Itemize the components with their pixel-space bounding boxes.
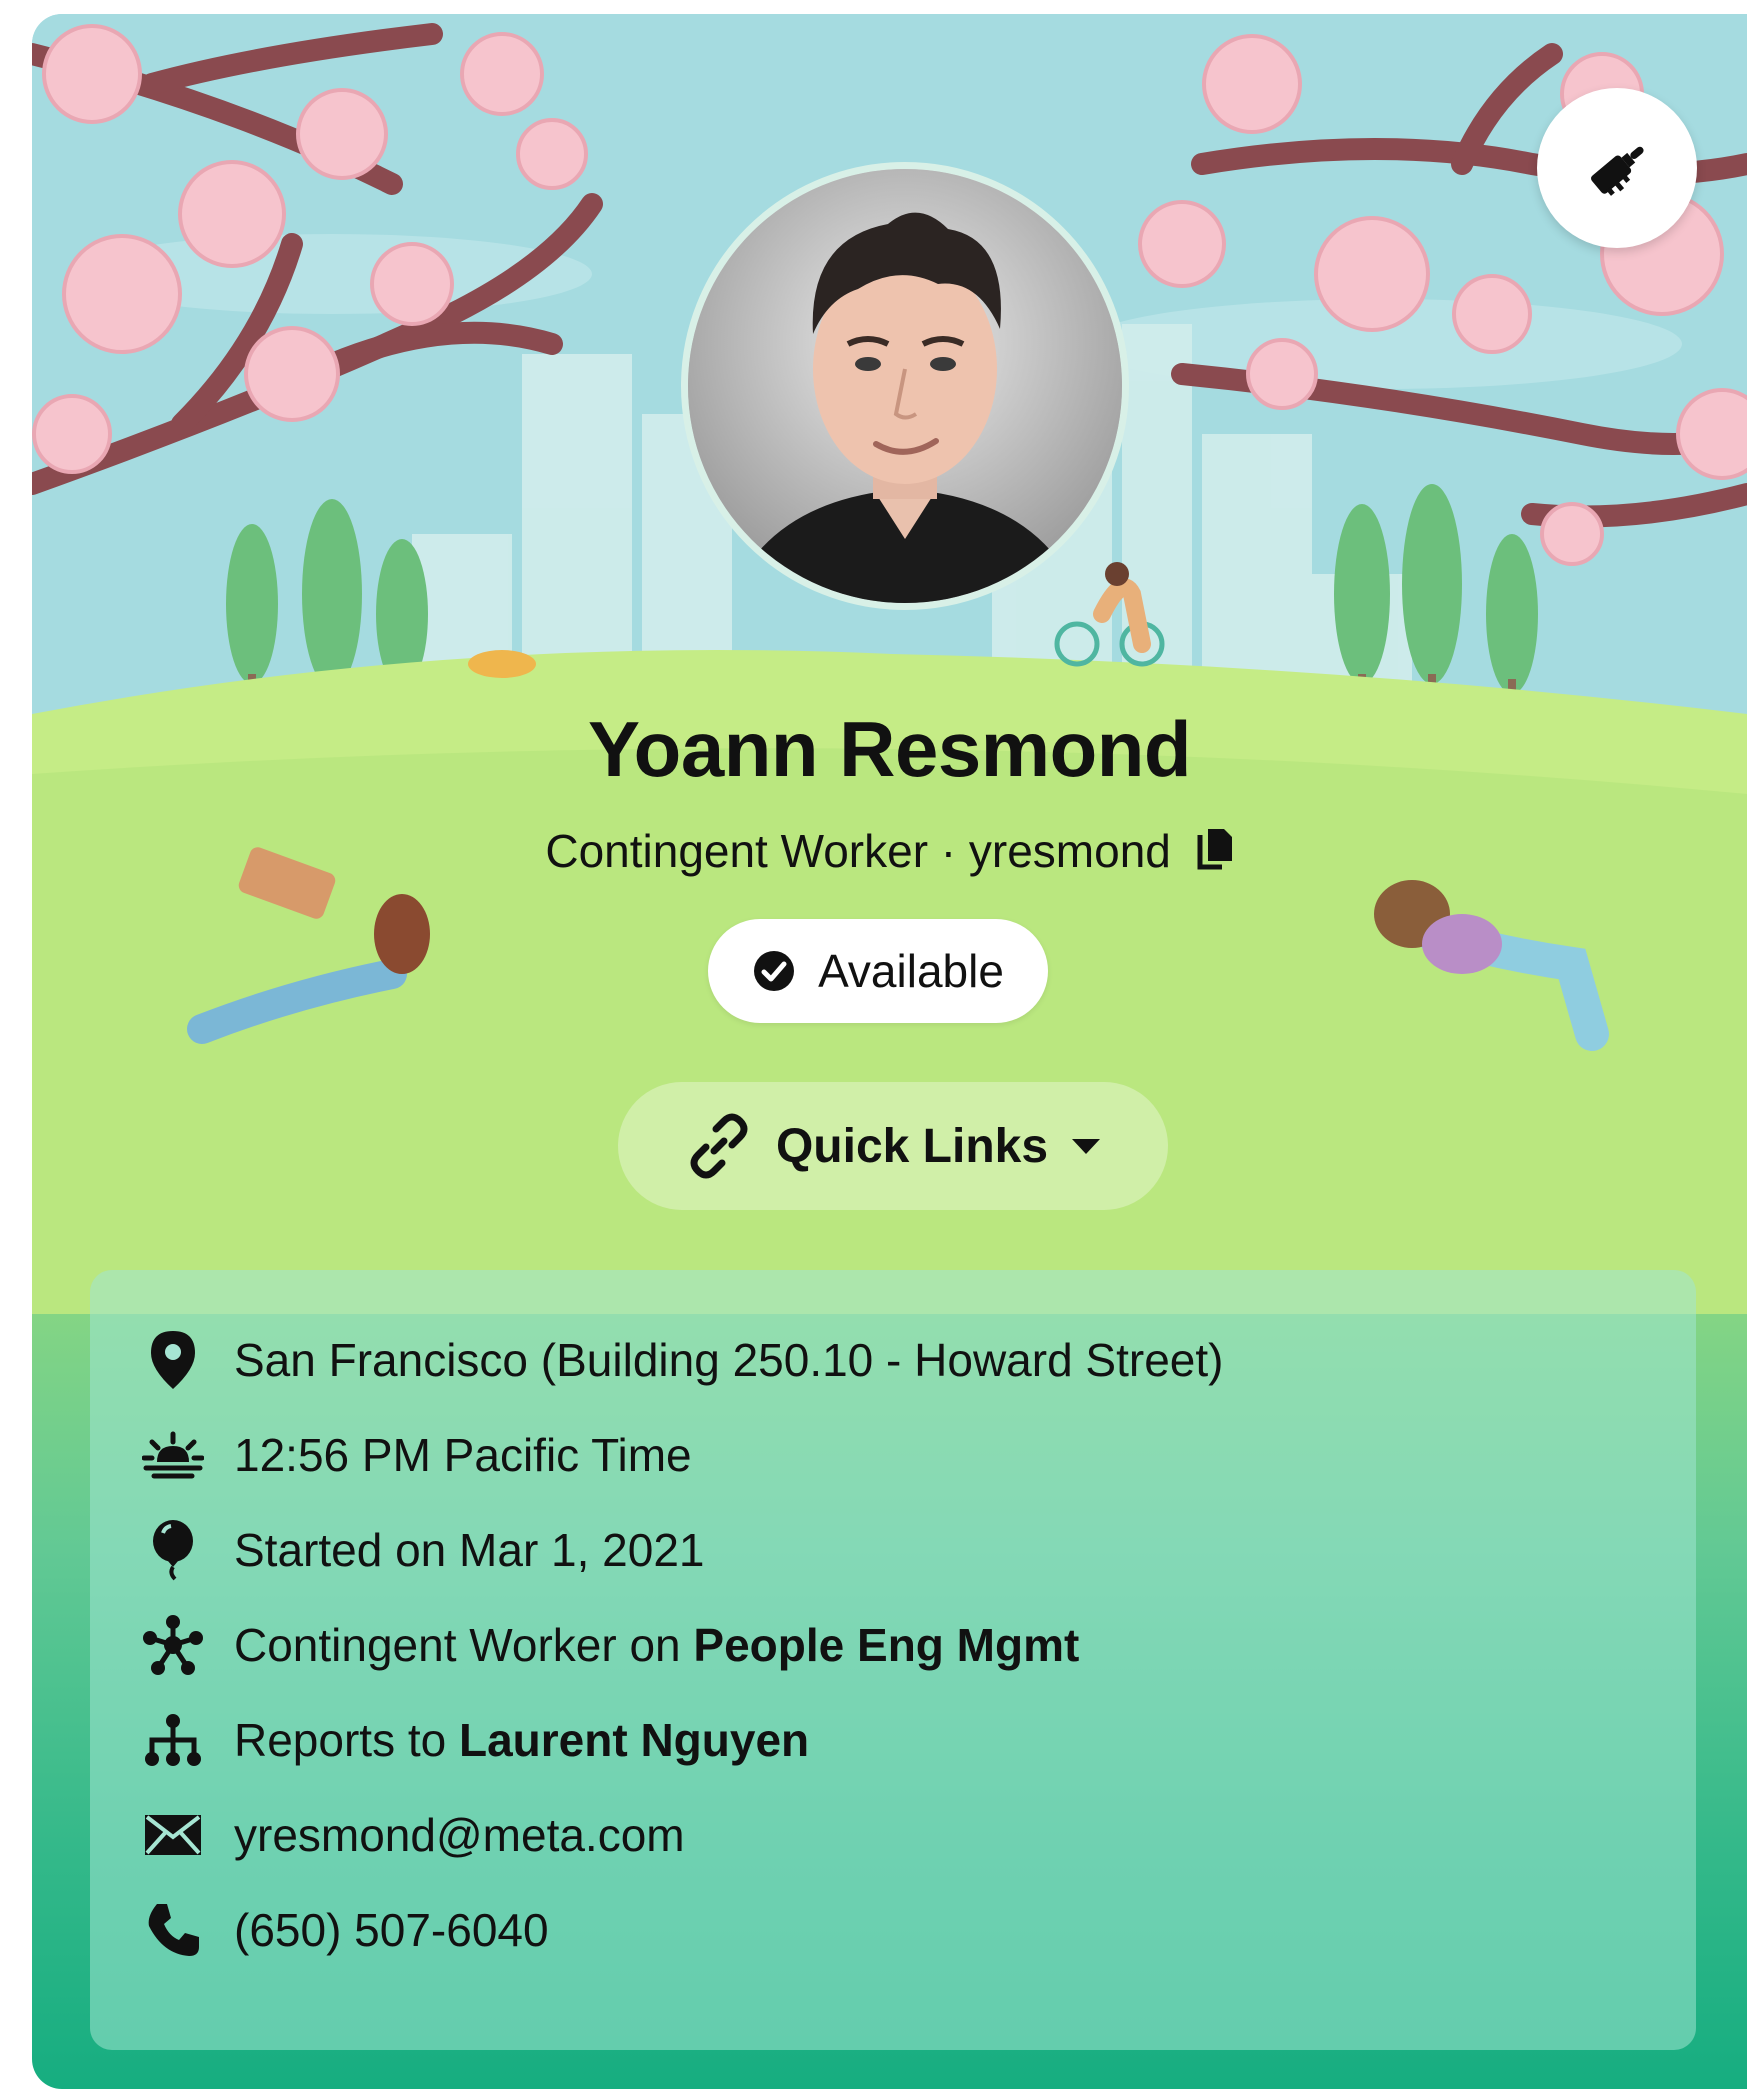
detail-location: San Francisco (Building 250.10 - Howard …	[142, 1320, 1223, 1400]
team-link[interactable]: People Eng Mgmt	[693, 1618, 1079, 1672]
team-prefix: Contingent Worker on	[234, 1619, 694, 1671]
avatar[interactable]	[681, 162, 1129, 610]
balloon-icon	[153, 1520, 193, 1581]
phone-icon	[148, 1904, 199, 1956]
link-icon	[690, 1113, 748, 1179]
manager-prefix: Reports to	[234, 1714, 459, 1766]
check-circle-icon	[754, 951, 795, 991]
detail-manager: Reports to Laurent Nguyen	[142, 1700, 809, 1780]
status-label: Available	[818, 945, 1004, 997]
subtitle-separator: ·	[940, 825, 957, 877]
detail-local-time: 12:56 PM Pacific Time	[142, 1415, 692, 1495]
detail-phone: (650) 507-6040	[142, 1890, 549, 1970]
map-pin-icon	[151, 1331, 195, 1389]
location-text: San Francisco (Building 250.10 - Howard …	[234, 1334, 1224, 1386]
start-date-text: Started on Mar 1, 2021	[234, 1524, 705, 1576]
envelope-icon	[145, 1815, 201, 1855]
email-link[interactable]: yresmond@meta.com	[234, 1808, 685, 1862]
phone-link[interactable]: (650) 507-6040	[234, 1903, 549, 1957]
quick-links-label: Quick Links	[775, 1119, 1049, 1173]
quick-links-dropdown[interactable]: Quick Links	[618, 1082, 1168, 1210]
paintbrush-icon	[1591, 146, 1644, 196]
detail-team: Contingent Worker on People Eng Mgmt	[142, 1605, 1079, 1685]
copy-username-button[interactable]	[1194, 827, 1234, 882]
profile-role: Contingent Worker	[545, 825, 929, 877]
profile-username: yresmond	[968, 825, 1171, 877]
sunrise-icon	[142, 1431, 204, 1479]
manager-link[interactable]: Laurent Nguyen	[459, 1713, 809, 1767]
detail-email: yresmond@meta.com	[142, 1795, 685, 1875]
detail-start-date: Started on Mar 1, 2021	[142, 1510, 705, 1590]
profile-name: Yoann Resmond	[587, 705, 1192, 793]
profile-details: San Francisco (Building 250.10 - Howard …	[90, 1270, 1696, 2050]
profile-card: Yoann Resmond Contingent Worker · yresmo…	[32, 14, 1747, 2089]
profile-subtitle: Contingent Worker · yresmond	[32, 824, 1747, 882]
caret-down-icon	[1072, 1139, 1101, 1154]
org-chart-icon	[145, 1714, 201, 1766]
avatar-photo	[688, 169, 1122, 603]
team-network-icon	[143, 1615, 203, 1675]
copy-icon	[1197, 829, 1232, 870]
status-button[interactable]: Available	[708, 919, 1048, 1023]
local-time-text: 12:56 PM Pacific Time	[234, 1429, 692, 1481]
change-cover-button[interactable]	[1537, 88, 1697, 248]
